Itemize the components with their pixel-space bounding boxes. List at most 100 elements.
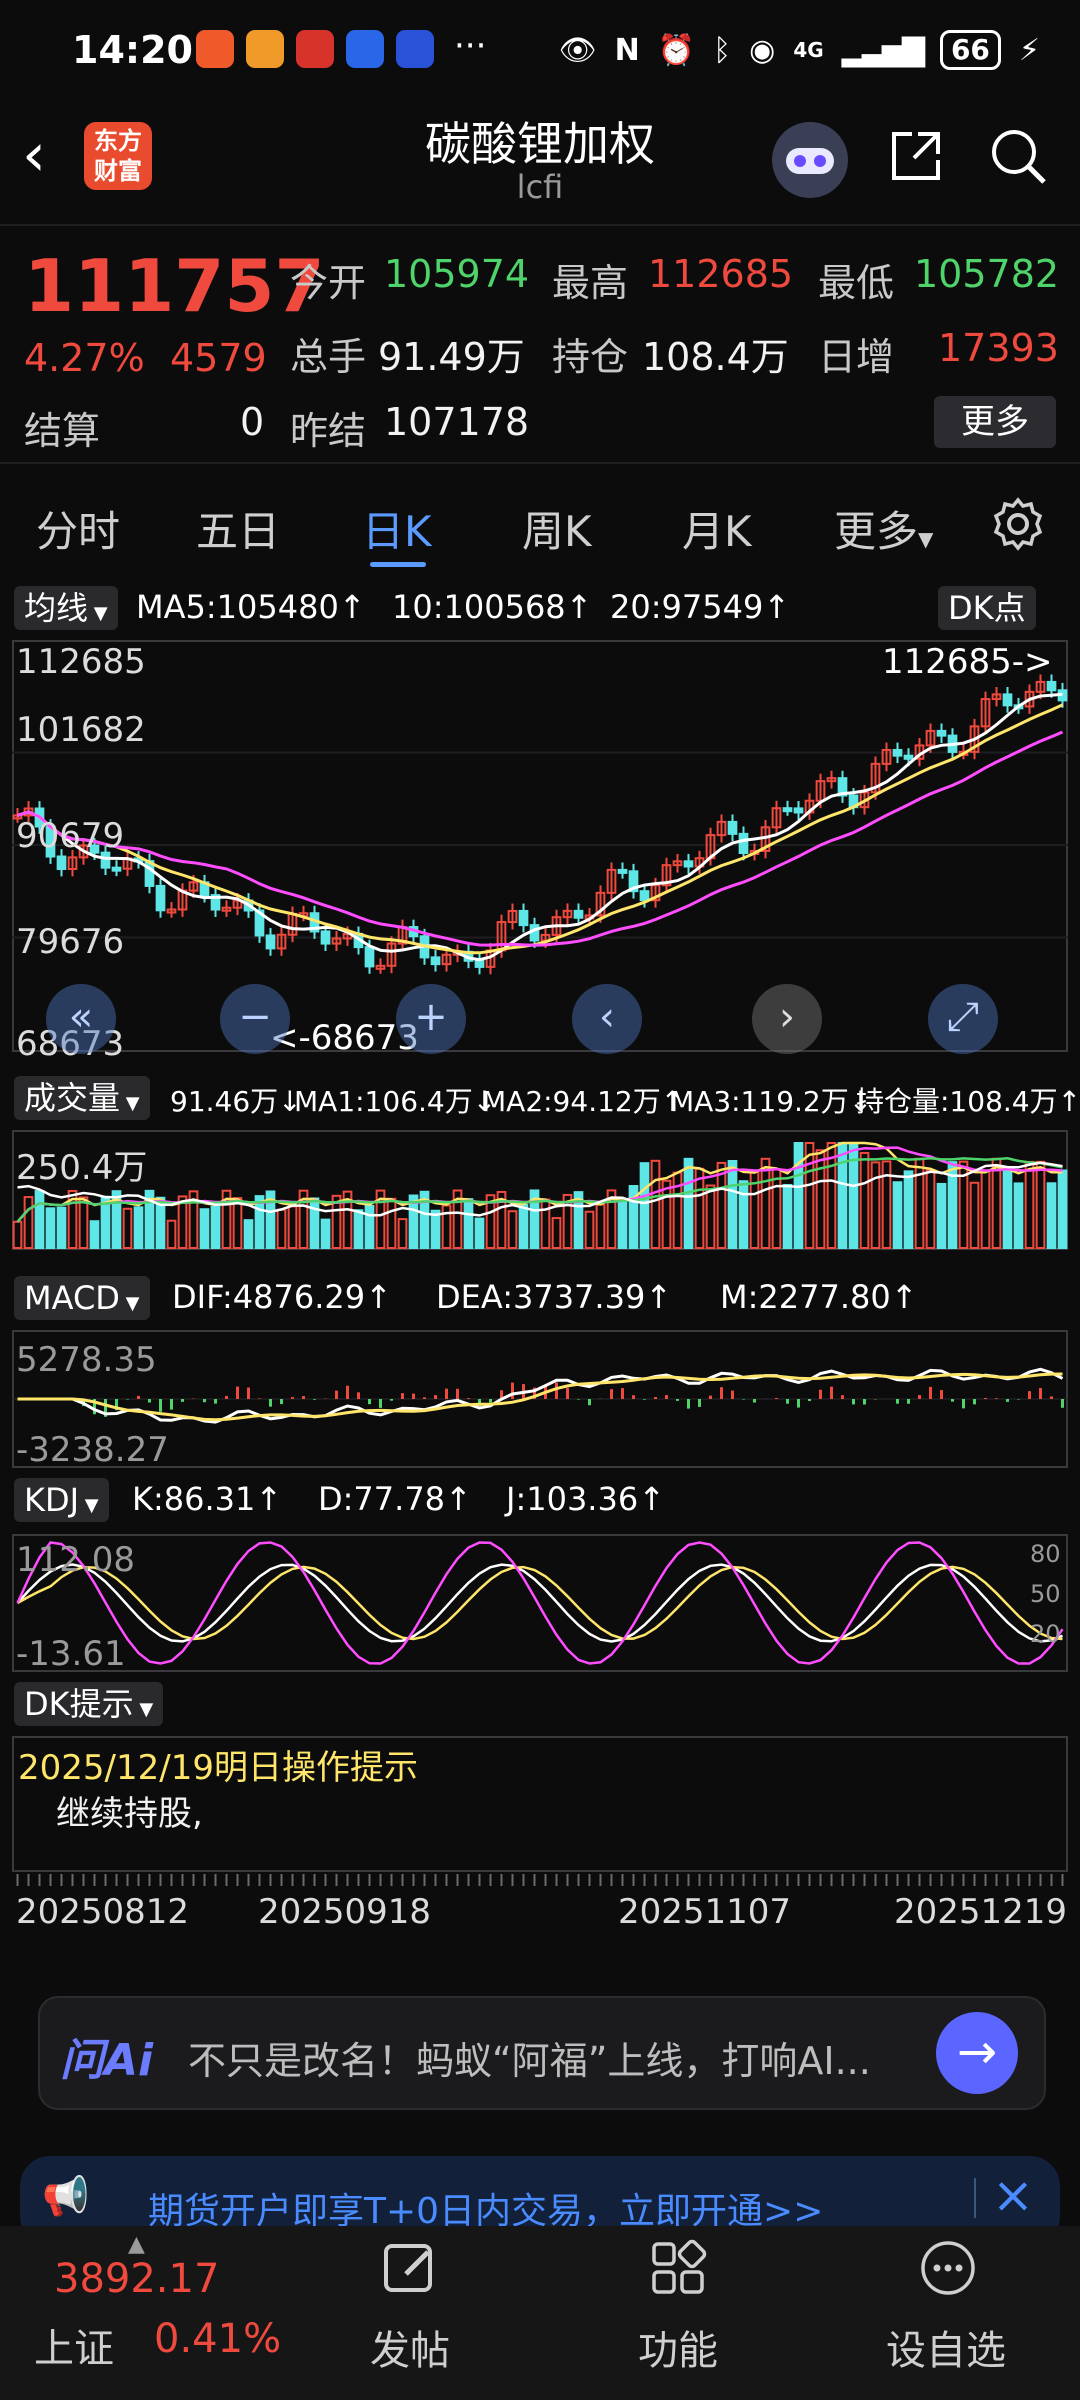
tab-intraday[interactable]: 分时 — [36, 498, 120, 559]
ai-go-button[interactable]: → — [936, 2012, 1018, 2094]
volume-bar — [210, 1205, 221, 1249]
volume-bar — [1046, 1182, 1057, 1249]
price-axis-top: 112685 — [16, 642, 146, 682]
post-button[interactable]: 发帖 — [350, 2226, 470, 2400]
open-interest-label: 持仓 — [552, 335, 629, 379]
dropdown-icon: ▼ — [133, 1699, 154, 1720]
kdj-j: J:103.36↑ — [506, 1480, 665, 1518]
kline-chart-area: 均线 ▼ MA5:105480↑ 10:100568↑ 20:97549↑ DK… — [0, 580, 1080, 1970]
dropdown-icon: ▼ — [79, 1495, 99, 1516]
ma20-value: 20:97549↑ — [610, 588, 791, 626]
volume-bar — [903, 1170, 914, 1249]
last-price: 111757 — [24, 244, 325, 328]
nfc-icon: N — [614, 32, 640, 68]
tab-weekly-k[interactable]: 周K — [522, 498, 592, 559]
candle-body — [364, 946, 375, 968]
ma5-value: MA5:105480↑ — [136, 588, 366, 626]
volume-bar — [23, 1196, 34, 1249]
tab-more[interactable]: 更多▼ — [834, 498, 933, 559]
ma10-value: 10:100568↑ — [392, 588, 593, 626]
alarm-icon: ⏰ — [657, 32, 696, 68]
tab-active-indicator — [370, 562, 426, 567]
settings-gear-icon[interactable] — [990, 496, 1046, 552]
share-icon[interactable] — [886, 126, 946, 186]
volume-value: 91.46万↓ — [170, 1085, 302, 1118]
dk-tip-label: DK提示 — [24, 1685, 134, 1723]
network-label: 4G — [793, 38, 824, 62]
candle-body — [320, 930, 331, 945]
ma10-line — [17, 703, 1064, 955]
date-ticks — [16, 1874, 1064, 1886]
more-quote-button[interactable]: 更多 — [934, 396, 1056, 448]
close-icon[interactable]: × — [992, 2166, 1034, 2224]
zoom-in-icon[interactable]: + — [396, 984, 466, 1054]
volume-bar — [705, 1184, 716, 1249]
price-axis-l3: 90679 — [16, 816, 125, 856]
app-notification-icon-3 — [296, 30, 334, 68]
candle-body — [639, 890, 650, 902]
dk-point-button[interactable]: DK点 — [938, 586, 1036, 630]
candle-body — [617, 868, 628, 874]
kdj-k-line — [16, 1563, 1063, 1643]
tab-daily-k[interactable]: 日K — [362, 498, 432, 559]
status-icons: 👁 N ⏰ ᛒ ◉ 4G ▂▃▅▇ 66 ⚡ — [559, 28, 1040, 72]
add-watchlist-button[interactable]: 设自选 — [870, 2226, 1030, 2400]
tab-monthly-k[interactable]: 月K — [682, 498, 752, 559]
volume-bar — [78, 1196, 89, 1250]
dropdown-icon: ▼ — [88, 603, 108, 624]
volume-ma3: MA3:119.2万↓ — [670, 1085, 873, 1118]
search-icon[interactable] — [986, 124, 1050, 188]
prev-settle-value: 107178 — [384, 400, 530, 444]
volume-ma2: MA2:94.12万↑ — [482, 1085, 685, 1118]
volume-bar — [12, 1220, 23, 1249]
volume-bar — [738, 1180, 749, 1250]
kdj-chart — [16, 1541, 1064, 1665]
ma-toggle-label: 均线 — [24, 589, 89, 627]
index-quote[interactable]: ▲ 3892.17 上证 0.41% — [0, 2226, 300, 2400]
ai-news-bar[interactable]: 问Ai 不只是改名！蚂蚁“阿福”上线，打响AI... → — [38, 1996, 1046, 2110]
post-label: 发帖 — [370, 2328, 450, 2374]
candlestick-chart — [12, 674, 1068, 975]
kdj-ref-20: 20 — [1030, 1620, 1061, 1648]
volume-bar — [639, 1162, 650, 1249]
macd-toggle[interactable]: MACD ▼ — [14, 1276, 150, 1320]
volume-bar — [540, 1198, 551, 1250]
tab-five-day[interactable]: 五日 — [196, 498, 280, 559]
fullscreen-icon[interactable]: ⤢ — [928, 984, 998, 1054]
zoom-out-icon[interactable]: − — [220, 984, 290, 1054]
app-notification-icon-5 — [396, 30, 434, 68]
status-bar: 14:20 ··· 👁 N ⏰ ᛒ ◉ 4G ▂▃▅▇ 66 ⚡ — [0, 0, 1080, 100]
volume-bar — [683, 1157, 694, 1249]
candle-body — [738, 832, 749, 854]
dk-tip-body: 继续持股, — [56, 1794, 203, 1834]
scroll-left-icon[interactable]: « — [46, 984, 116, 1054]
daily-increase-label: 日增 — [818, 335, 895, 379]
macd-toggle-label: MACD — [24, 1279, 120, 1317]
volume-toggle[interactable]: 成交量 ▼ — [14, 1076, 150, 1120]
function-button[interactable]: 功能 — [618, 2226, 738, 2400]
volume-bar — [837, 1142, 848, 1249]
candle-body — [56, 855, 67, 870]
candle-body — [474, 959, 485, 968]
eye-icon: 👁 — [558, 32, 597, 68]
candle-body — [1046, 680, 1057, 692]
volume-bar — [584, 1210, 595, 1250]
volume-bar — [969, 1181, 980, 1249]
volume-bar — [133, 1206, 144, 1249]
prev-icon[interactable]: ‹ — [572, 984, 642, 1054]
volume-bar — [507, 1210, 518, 1249]
kdj-toggle[interactable]: KDJ ▼ — [14, 1478, 109, 1522]
volume-bar — [122, 1207, 133, 1249]
dropdown-icon: ▼ — [119, 1293, 140, 1314]
candle-body — [793, 807, 804, 814]
ma-toggle[interactable]: 均线 ▼ — [14, 586, 118, 630]
candle-body — [573, 909, 584, 919]
volume-bar — [914, 1157, 925, 1249]
next-icon[interactable]: › — [752, 984, 822, 1054]
dk-tip-toggle[interactable]: DK提示 ▼ — [14, 1682, 164, 1726]
kdj-d: D:77.78↑ — [318, 1480, 472, 1518]
candle-body — [727, 820, 738, 835]
high-label: 最高 — [552, 261, 629, 305]
robot-assistant-icon[interactable] — [772, 122, 848, 198]
more-dots-icon — [921, 2241, 975, 2295]
